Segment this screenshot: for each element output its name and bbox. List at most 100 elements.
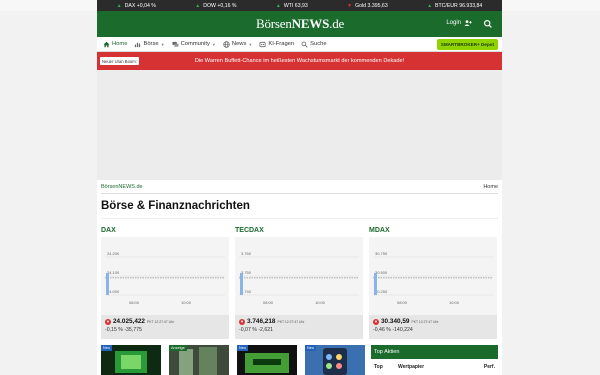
- arrow-up-icon: ▲: [195, 2, 201, 9]
- news-badge: Anzeige: [169, 345, 187, 351]
- logo-part: NEWS: [291, 16, 330, 31]
- nav-label: Börse: [143, 41, 159, 47]
- chart-svg: 30.75030.50030.25008:00 10:00: [373, 251, 493, 305]
- news-card[interactable]: Neu: [101, 345, 161, 375]
- nav-suche[interactable]: Suche: [301, 41, 327, 48]
- divider: [101, 218, 498, 219]
- search-icon: [301, 41, 308, 48]
- arrow-down-icon: ▼: [347, 2, 353, 9]
- divider: [101, 193, 498, 194]
- logo-part: .de: [329, 16, 345, 31]
- smartbroker-depot-button[interactable]: SMARTBROKER+ Depot: [436, 39, 498, 50]
- ticker-item-gold[interactable]: ▼ Gold 3.395,63: [347, 3, 388, 9]
- index-quote: ▼ 24.025,422 PKT 12:27:47 Uhr -0,15 % -35,…: [101, 315, 229, 339]
- market-ticker: ▲ DAX +0,04 % ▲ DOW +0,16 % ▲ WTI 63,93 ▼ Go…: [0, 0, 600, 11]
- index-change: -0,46 % -140,224: [373, 327, 413, 333]
- ticker-item-dax[interactable]: ▲ DAX +0,04 %: [117, 3, 156, 9]
- promo-text: Die Warren Buffett-Chance im heißesten W…: [194, 58, 405, 64]
- x-tick-label: 10:00: [181, 300, 192, 305]
- ai-icon: [259, 41, 266, 47]
- index-value: 24.025,422: [113, 318, 145, 325]
- column-header[interactable]: Wertpapier: [398, 364, 484, 370]
- index-change: -0,15 % -35,775: [105, 327, 142, 333]
- ticker-bar: ▲ DAX +0,04 % ▲ DOW +0,16 % ▲ WTI 63,93 ▼ Go…: [97, 0, 502, 11]
- y-tick-label: 30.750: [375, 251, 388, 256]
- nav-news[interactable]: News ▼: [223, 40, 253, 48]
- news-badge: Neu: [237, 345, 248, 351]
- x-tick-label: 08:00: [129, 300, 140, 305]
- index-chart: 30.750 30.500 30.250 08:00 10:00: [369, 237, 497, 315]
- ticker-label: Gold 3.395,63: [355, 2, 388, 9]
- login-label: Login: [446, 20, 461, 26]
- ticker-item-btc[interactable]: ▲ BTC/EUR 96.933,84: [427, 3, 482, 9]
- ticker-label: DAX +0,04 %: [124, 2, 156, 9]
- site-logo[interactable]: BörsenNEWS.de: [256, 16, 344, 32]
- user-add-icon: [464, 20, 472, 26]
- chevron-down-icon: ▼: [160, 41, 165, 47]
- series-area: [106, 272, 109, 295]
- breadcrumb[interactable]: BörsenNEWS.de: [101, 184, 143, 190]
- column-header[interactable]: Perf.: [484, 364, 495, 370]
- arrow-up-icon: ▲: [116, 2, 122, 9]
- search-icon[interactable]: [483, 19, 493, 29]
- ticker-label: BTC/EUR 96.933,84: [435, 2, 483, 9]
- nav-boerse[interactable]: Börse ▼: [134, 41, 165, 48]
- index-card-tecdax[interactable]: TECDAX 3.760 3.750 3.740 08:00 10:00 ▼ 3.746,…: [235, 227, 363, 339]
- index-chart: 24.200 24.100 24.000 08:00 10:00: [101, 237, 229, 315]
- top-aktien-widget: Top Aktien Top Wertpapier Perf.: [371, 345, 498, 375]
- news-card[interactable]: Anzeige: [169, 345, 229, 375]
- index-card-dax[interactable]: DAX 24.200 24.100 24.000 08:00 10:00 ▼ 24.025…: [101, 227, 229, 339]
- top-aktien-header: Top Wertpapier Perf.: [371, 359, 498, 370]
- nav-ki-fragen[interactable]: KI-Fragen: [259, 41, 294, 48]
- index-value: 30.340,59: [381, 318, 410, 325]
- chat-icon: [172, 41, 179, 47]
- logo-part: Börsen: [256, 16, 292, 31]
- y-tick-label: 24.200: [107, 251, 120, 256]
- top-aktien-title: Top Aktien: [371, 345, 498, 359]
- chevron-down-icon: ▼: [211, 41, 216, 47]
- x-tick-label: 08:00: [263, 300, 274, 305]
- column-header[interactable]: Top: [374, 364, 398, 370]
- ad-placeholder: [97, 70, 502, 180]
- main-content: BörsenNEWS.de Home Börse & Finanznachric…: [97, 180, 502, 375]
- x-tick-label: 10:00: [449, 300, 460, 305]
- nav-home[interactable]: Home: [103, 41, 127, 48]
- chevron-down-icon: ▼: [248, 41, 253, 47]
- series-area: [374, 272, 377, 295]
- index-card-mdax[interactable]: MDAX 30.750 30.500 30.250 08:00 10:00 ▼ 30.34…: [369, 227, 497, 339]
- news-card[interactable]: Neu: [305, 345, 365, 375]
- nav-community[interactable]: Community ▼: [172, 41, 216, 48]
- arrow-up-icon: ▲: [275, 2, 281, 9]
- chart-svg: 24.20024.10024.00008:00 10:00: [105, 251, 225, 305]
- ticker-item-wti[interactable]: ▲ WTI 63,93: [276, 3, 308, 9]
- series-area: [240, 272, 243, 295]
- index-name: MDAX: [369, 227, 390, 234]
- index-time: PKT 12:27:47 Uhr: [277, 320, 305, 324]
- nav-label: KI-Fragen: [268, 41, 295, 47]
- news-badge: Neu: [305, 345, 316, 351]
- home-link[interactable]: Home: [483, 184, 498, 190]
- ticker-label: DOW +0,16 %: [203, 2, 237, 9]
- index-change: -0,07 % -2,621: [239, 327, 274, 333]
- y-tick-label: 3.760: [241, 251, 252, 256]
- x-tick-label: 10:00: [315, 300, 326, 305]
- globe-icon: [223, 40, 230, 48]
- index-time: PKT 12:27:47 Uhr: [147, 320, 175, 324]
- nav-label: Community: [180, 41, 210, 47]
- site-header: BörsenNEWS.de Login: [97, 11, 502, 37]
- index-time: PKT 12:27:47 Uhr: [411, 320, 439, 324]
- ticker-item-dow[interactable]: ▲ DOW +0,16 %: [195, 3, 236, 9]
- news-badge: Neu: [101, 345, 112, 351]
- nav-label: Suche: [310, 41, 327, 47]
- index-name: TECDAX: [235, 227, 264, 234]
- news-card[interactable]: Neu: [237, 345, 297, 375]
- nav-label: Home: [112, 41, 128, 47]
- home-icon: [103, 41, 110, 47]
- nav-label: News: [231, 41, 247, 47]
- login-button[interactable]: Login: [446, 20, 472, 26]
- index-chart: 3.760 3.750 3.740 08:00 10:00: [235, 237, 363, 315]
- index-name: DAX: [101, 227, 116, 234]
- down-arrow-icon: ▼: [239, 319, 245, 325]
- index-quote: ▼ 3.746,218 PKT 12:27:47 Uhr -0,07 % -2,62…: [235, 315, 363, 339]
- promo-banner[interactable]: Neuer Uran Boom: Die Warren Buffett-Chan…: [97, 52, 502, 70]
